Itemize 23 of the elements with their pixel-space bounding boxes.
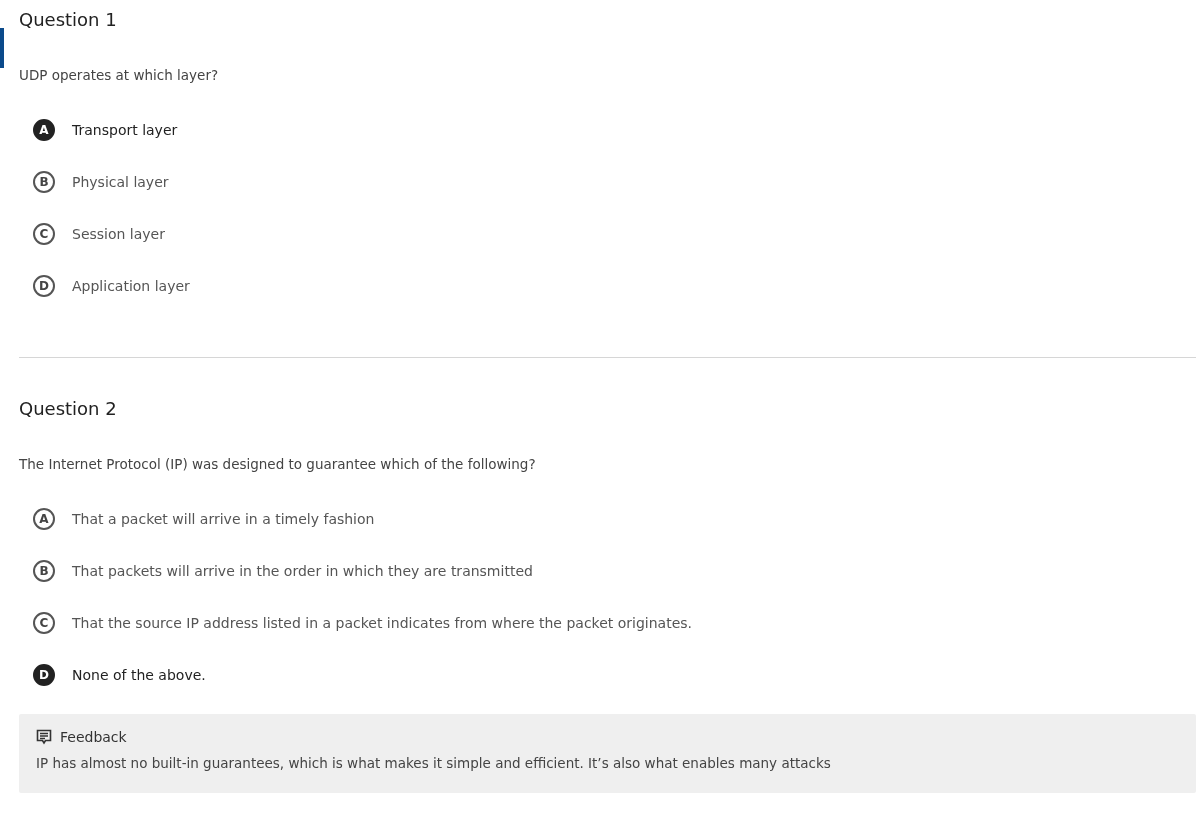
feedback-text: IP has almost no built-in guarantees, which is what makes it simple and efficient. It’s also what enables many attacks <box>36 755 832 771</box>
option-letter[interactable]: A <box>33 119 55 141</box>
option-text: Transport layer <box>72 122 178 138</box>
option-text: That the source IP address listed in a packet indicates from where the packet originates. <box>72 615 693 631</box>
option-letter[interactable]: A <box>33 508 55 530</box>
question-title: Question 2 <box>19 397 118 421</box>
option-letter[interactable]: B <box>33 560 55 582</box>
option-text: Physical layer <box>72 174 169 190</box>
feedback-title: Feedback <box>60 729 127 745</box>
question-text: UDP operates at which layer? <box>19 66 220 85</box>
option-text: That a packet will arrive in a timely fashion <box>72 511 375 527</box>
option-letter[interactable]: C <box>33 223 55 245</box>
option-text: Session layer <box>72 226 165 242</box>
option-text: Application layer <box>72 278 190 294</box>
option-letter[interactable]: D <box>33 275 55 297</box>
option-letter[interactable]: C <box>33 612 55 634</box>
option-letter[interactable]: B <box>33 171 55 193</box>
comment-icon <box>36 729 52 745</box>
option-text: None of the above. <box>72 667 206 683</box>
option-letter[interactable]: D <box>33 664 55 686</box>
question-title: Question 1 <box>19 8 118 32</box>
question-text: The Internet Protocol (IP) was designed to guarantee which of the following? <box>19 455 537 474</box>
option-text: That packets will arrive in the order in which they are transmitted <box>72 563 533 579</box>
